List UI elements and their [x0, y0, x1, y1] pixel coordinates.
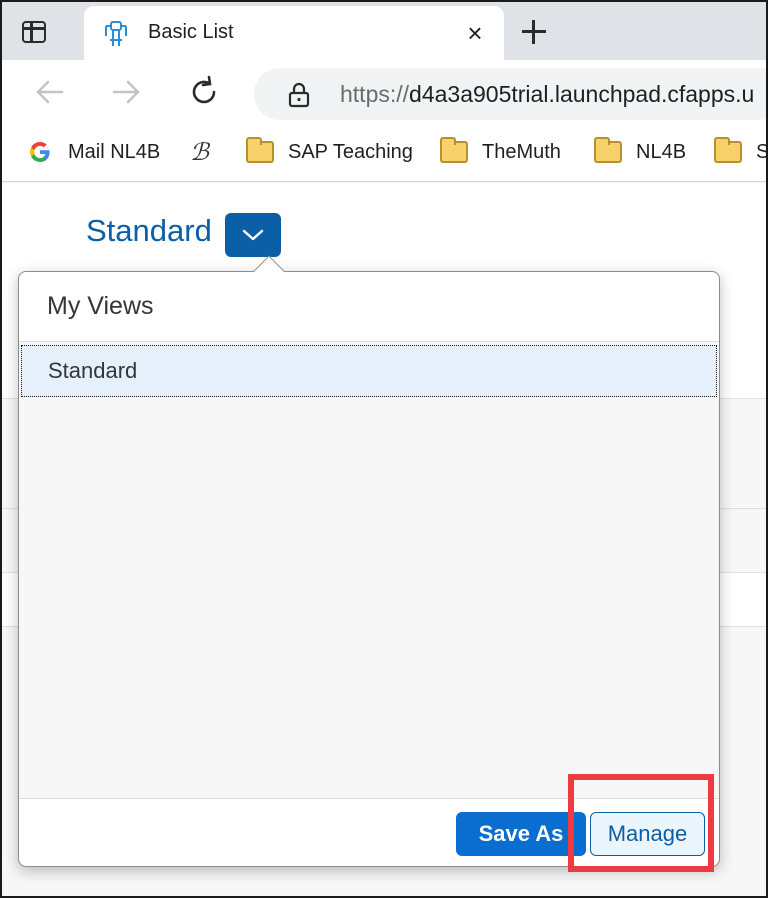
url-host: d4a3a905trial.launchpad.cfapps.u [409, 81, 755, 107]
bookmark-nl4b[interactable]: NL4B [594, 137, 687, 166]
save-as-button[interactable]: Save As [456, 812, 586, 856]
new-tab-plus-icon[interactable] [516, 14, 552, 50]
google-g-graphic [30, 141, 50, 163]
annotation-highlight-box [568, 774, 714, 872]
tab-actions-button[interactable] [14, 12, 54, 52]
back-button[interactable] [32, 74, 68, 110]
tab-close-icon[interactable]: × [462, 20, 488, 46]
variant-title[interactable]: Standard [86, 213, 212, 249]
popover-title: My Views [47, 292, 154, 320]
view-item-label: Standard [48, 358, 138, 383]
arrow-left-icon [36, 80, 64, 104]
browser-toolbar: https://d4a3a905trial.launchpad.cfapps.u [2, 60, 766, 124]
bookmark-label: Mail NL4B [68, 140, 161, 163]
bookmark-sap-teaching[interactable]: SAP Teaching [246, 137, 413, 166]
url-scheme: https:// [340, 81, 410, 107]
sidebar-tabs-icon [22, 21, 46, 43]
reload-button[interactable] [186, 74, 222, 110]
tab-strip: Basic List × [2, 2, 766, 62]
app-favicon-icon [105, 21, 127, 46]
folder-icon [594, 137, 622, 163]
browser-tab-active[interactable]: Basic List × [84, 6, 504, 62]
bookmark-label: NL4B [636, 140, 687, 163]
bookmark-sap-truncated[interactable]: S [714, 137, 766, 166]
bookmark-signature[interactable]: ℬ [190, 138, 209, 166]
folder-icon [440, 137, 468, 163]
bookmark-label: SAP Teaching [288, 140, 413, 163]
lock-icon[interactable] [288, 82, 310, 108]
variant-dropdown-button[interactable] [225, 213, 281, 257]
address-bar[interactable]: https://d4a3a905trial.launchpad.cfapps.u [254, 68, 766, 120]
forward-button[interactable] [108, 74, 144, 110]
tab-title: Basic List [148, 21, 234, 43]
folder-icon [246, 137, 274, 163]
arrow-right-icon [112, 80, 140, 104]
reload-icon [192, 75, 216, 104]
bookmark-mail-nl4b[interactable]: Mail NL4B [28, 138, 160, 166]
browser-window: Basic List × https://d4a3a905trial.launc… [0, 0, 768, 898]
chevron-down-icon [242, 229, 264, 241]
folder-icon [714, 137, 742, 163]
url-text: https://d4a3a905trial.launchpad.cfapps.u [340, 81, 754, 108]
popover-header: My Views [19, 272, 719, 342]
bookmark-label: TheMuth [482, 140, 561, 163]
bookmark-themuth[interactable]: TheMuth [440, 137, 561, 166]
google-icon [28, 140, 52, 164]
view-item-standard[interactable]: Standard [21, 345, 717, 397]
signature-icon: ℬ [190, 138, 209, 166]
bookmarks-bar: Mail NL4B ℬ SAP Teaching TheMuth NL4B S [2, 124, 766, 182]
bookmark-label: S [756, 141, 766, 164]
